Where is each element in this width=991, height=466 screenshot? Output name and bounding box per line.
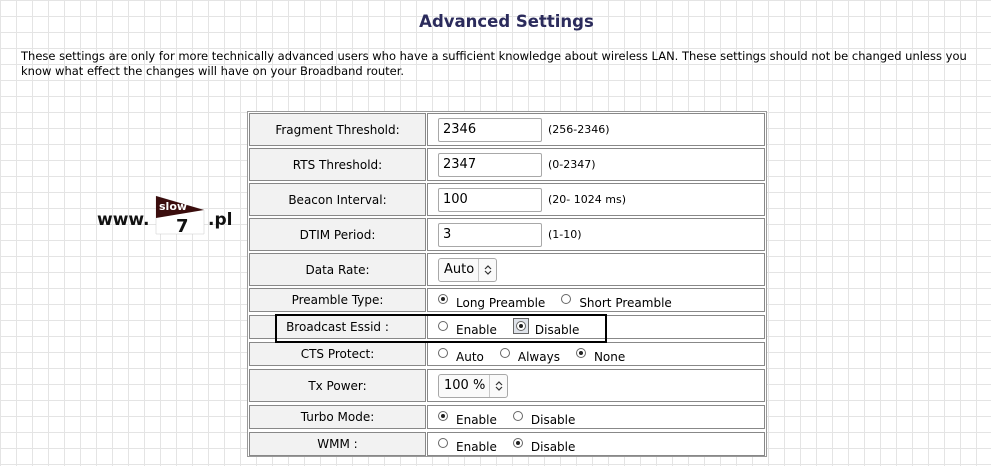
rts-threshold-input[interactable]: 2347 bbox=[438, 152, 542, 177]
dtim-period-label: DTIM Period: bbox=[249, 218, 426, 251]
data-rate-label: Data Rate: bbox=[249, 253, 426, 286]
row-dtim-period: DTIM Period: 3 (1-10) bbox=[248, 218, 766, 251]
wmm-label: WMM : bbox=[249, 432, 426, 456]
turbo-disable-option[interactable]: Disable bbox=[512, 410, 576, 427]
dtim-period-hint: (1-10) bbox=[548, 228, 582, 241]
watermark-logo-number: 7 bbox=[176, 216, 189, 236]
broadcast-disable-label: Disable bbox=[534, 323, 580, 337]
row-fragment-threshold: Fragment Threshold: 2346 (256-2346) bbox=[248, 113, 766, 146]
row-cts-protect: CTS Protect: Auto Always None bbox=[248, 342, 766, 366]
wmm-disable-option[interactable]: Disable bbox=[512, 437, 576, 454]
preamble-short-label: Short Preamble bbox=[579, 296, 672, 310]
cts-auto-radio[interactable] bbox=[438, 347, 448, 358]
turbo-enable-radio[interactable] bbox=[438, 410, 448, 421]
turbo-enable-option[interactable]: Enable bbox=[438, 410, 497, 427]
watermark-prefix: www. bbox=[97, 210, 150, 230]
wmm-disable-radio[interactable] bbox=[512, 437, 523, 448]
broadcast-disable-radio[interactable] bbox=[515, 320, 526, 331]
cts-auto-option[interactable]: Auto bbox=[438, 347, 484, 364]
page-title: Advanced Settings bbox=[419, 12, 594, 31]
cts-protect-label: CTS Protect: bbox=[249, 342, 426, 366]
cts-none-label: None bbox=[593, 350, 626, 364]
data-rate-select[interactable]: Auto bbox=[438, 257, 498, 282]
tx-power-select[interactable]: 100 % bbox=[438, 373, 509, 398]
cts-none-option[interactable]: None bbox=[575, 347, 626, 364]
data-rate-value: Auto bbox=[444, 262, 475, 277]
row-wmm: WMM : Enable Disable bbox=[248, 432, 766, 456]
wmm-enable-option[interactable]: Enable bbox=[438, 437, 497, 454]
row-beacon-interval: Beacon Interval: 100 (20- 1024 ms) bbox=[248, 183, 766, 216]
dtim-period-input[interactable]: 3 bbox=[438, 222, 542, 247]
cts-none-radio[interactable] bbox=[575, 347, 586, 358]
wmm-enable-label: Enable bbox=[456, 440, 497, 454]
cts-auto-label: Auto bbox=[456, 350, 484, 364]
cts-always-option[interactable]: Always bbox=[499, 347, 560, 364]
watermark-logo-icon: slow 7 bbox=[155, 195, 205, 236]
broadcast-essid-label: Broadcast Essid : bbox=[249, 315, 426, 339]
turbo-mode-label: Turbo Mode: bbox=[249, 405, 426, 429]
watermark: www. slow 7 .pl bbox=[97, 194, 237, 236]
broadcast-enable-label: Enable bbox=[456, 323, 497, 337]
tx-power-value: 100 % bbox=[444, 378, 486, 393]
chevron-up-down-icon bbox=[478, 258, 496, 281]
row-rts-threshold: RTS Threshold: 2347 (0-2347) bbox=[248, 148, 766, 181]
page-description: These settings are only for more technic… bbox=[21, 49, 967, 78]
preamble-long-radio[interactable] bbox=[438, 293, 448, 304]
preamble-long-label: Long Preamble bbox=[456, 296, 546, 310]
chevron-up-down-icon bbox=[489, 374, 507, 397]
turbo-disable-radio[interactable] bbox=[512, 410, 523, 421]
settings-table: Fragment Threshold: 2346 (256-2346) RTS … bbox=[247, 111, 767, 457]
wmm-disable-label: Disable bbox=[530, 440, 576, 454]
broadcast-enable-option[interactable]: Enable bbox=[438, 320, 497, 337]
row-turbo-mode: Turbo Mode: Enable Disable bbox=[248, 405, 766, 429]
row-broadcast-essid: Broadcast Essid : Enable Disable bbox=[248, 315, 766, 339]
preamble-short-radio[interactable] bbox=[561, 293, 572, 304]
turbo-disable-label: Disable bbox=[530, 413, 576, 427]
row-preamble-type: Preamble Type: Long Preamble Short Pream… bbox=[248, 288, 766, 312]
cts-always-radio[interactable] bbox=[499, 347, 510, 358]
preamble-long-option[interactable]: Long Preamble bbox=[438, 293, 546, 310]
cts-always-label: Always bbox=[517, 350, 560, 364]
broadcast-disable-option[interactable]: Disable bbox=[512, 317, 580, 337]
beacon-interval-input[interactable]: 100 bbox=[438, 187, 542, 212]
preamble-type-label: Preamble Type: bbox=[249, 288, 426, 312]
watermark-suffix: .pl bbox=[208, 210, 233, 230]
tx-power-label: Tx Power: bbox=[249, 369, 426, 402]
row-data-rate: Data Rate: Auto bbox=[248, 253, 766, 286]
watermark-logo-text: slow bbox=[159, 200, 187, 213]
broadcast-enable-radio[interactable] bbox=[438, 320, 448, 331]
row-tx-power: Tx Power: 100 % bbox=[248, 369, 766, 402]
fragment-threshold-input[interactable]: 2346 bbox=[438, 117, 542, 142]
preamble-short-option[interactable]: Short Preamble bbox=[561, 293, 672, 310]
rts-threshold-label: RTS Threshold: bbox=[249, 148, 426, 181]
fragment-threshold-hint: (256-2346) bbox=[548, 123, 610, 136]
turbo-enable-label: Enable bbox=[456, 413, 497, 427]
fragment-threshold-label: Fragment Threshold: bbox=[249, 113, 426, 146]
rts-threshold-hint: (0-2347) bbox=[548, 158, 596, 171]
broadcast-disable-focus-ring bbox=[512, 317, 529, 334]
beacon-interval-label: Beacon Interval: bbox=[249, 183, 426, 216]
beacon-interval-hint: (20- 1024 ms) bbox=[548, 193, 626, 206]
wmm-enable-radio[interactable] bbox=[438, 437, 448, 448]
